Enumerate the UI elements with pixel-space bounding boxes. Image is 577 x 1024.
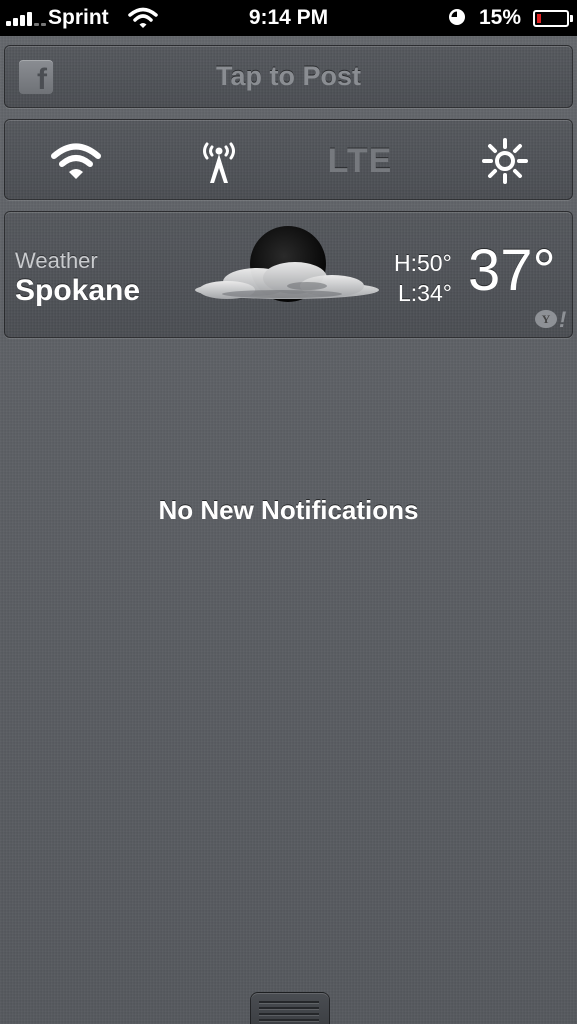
weather-widget[interactable]: Weather Spokane H:50° L:34° 37° Y ! [4, 211, 573, 338]
partly-cloudy-night-icon [195, 226, 379, 302]
yahoo-logo-letter: Y [535, 310, 557, 328]
yahoo-logo-mark: ! [559, 307, 567, 332]
battery-percent: 15% [479, 6, 522, 29]
battery-nub [570, 15, 573, 22]
weather-temperature: 37° [468, 238, 556, 303]
weather-app-label: Weather [15, 248, 98, 273]
lte-toggle[interactable]: LTE [327, 138, 393, 184]
pull-handle-icon[interactable] [250, 992, 330, 1024]
battery-icon [533, 10, 569, 27]
cellular-tower-icon [203, 142, 235, 183]
wifi-icon [51, 143, 101, 179]
battery-level [537, 14, 541, 23]
quick-toggles-widget: LTE [4, 119, 573, 200]
status-bar: Sprint 9:14 PM 15% [0, 0, 577, 36]
tap-to-post-label: Tap to Post [216, 61, 361, 91]
notification-center: Sprint 9:14 PM 15% f Tap to Post LTE Wea… [0, 0, 577, 1024]
wifi-toggle[interactable] [46, 138, 106, 184]
cellular-toggle[interactable] [189, 138, 249, 184]
brightness-toggle[interactable] [475, 138, 535, 184]
weather-high: H:50° [394, 250, 452, 276]
yahoo-icon[interactable]: Y ! [535, 307, 571, 332]
weather-low: L:34° [398, 280, 452, 306]
no-notifications-message: No New Notifications [158, 495, 419, 525]
tap-to-post-widget[interactable]: f Tap to Post [4, 45, 573, 108]
lte-label: LTE [327, 141, 393, 180]
weather-city: Spokane [15, 274, 141, 307]
clock-icon [449, 9, 465, 25]
brightness-icon [482, 138, 528, 184]
